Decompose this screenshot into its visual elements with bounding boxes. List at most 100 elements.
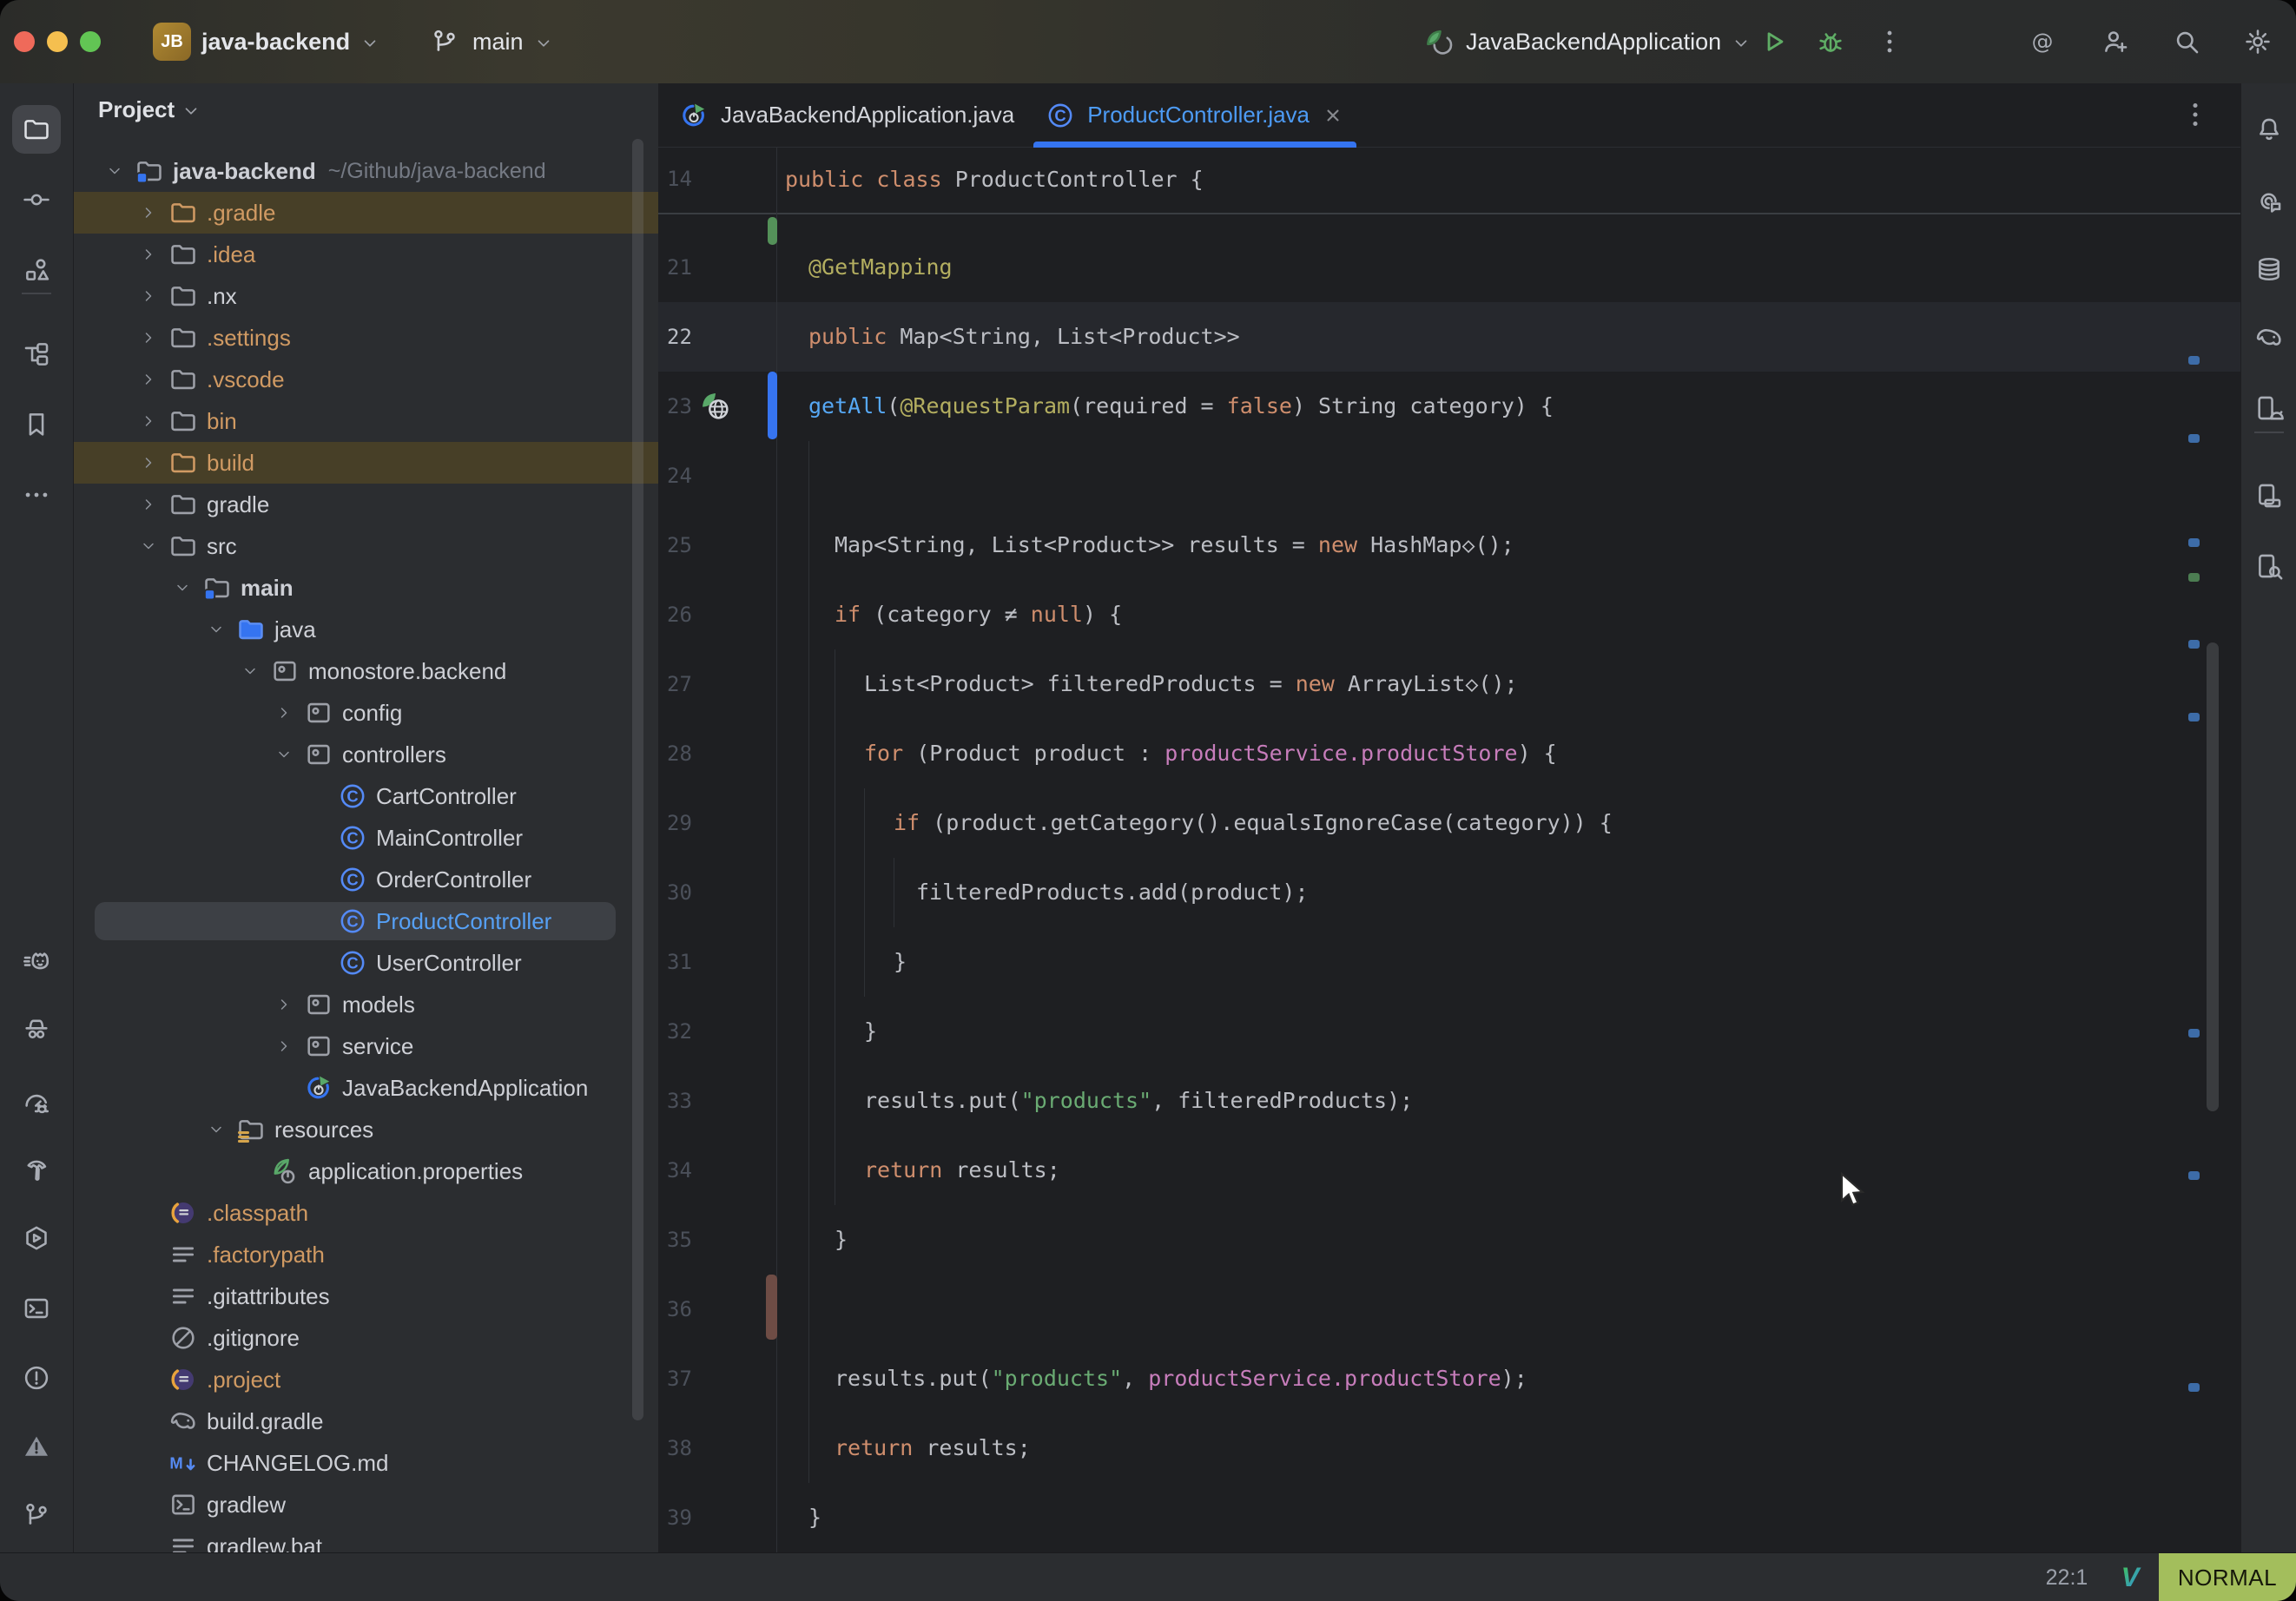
code-line-21[interactable]: 21@GetMapping bbox=[658, 233, 2240, 302]
chevron-right-icon[interactable] bbox=[140, 246, 157, 263]
hierarchy-tool-icon[interactable] bbox=[12, 330, 61, 379]
project-tree-scrollbar[interactable] bbox=[632, 139, 643, 1420]
tree-item-gradlew.bat[interactable]: gradlew.bat bbox=[74, 1525, 658, 1552]
chevron-right-icon[interactable] bbox=[140, 412, 157, 430]
line-number[interactable]: 30 bbox=[667, 858, 692, 927]
line-number[interactable]: 27 bbox=[667, 649, 692, 719]
line-number[interactable]: 31 bbox=[667, 927, 692, 997]
device-explorer-tool-icon[interactable] bbox=[2245, 542, 2293, 590]
tree-item-src[interactable]: src bbox=[74, 525, 658, 567]
chevron-down-icon[interactable] bbox=[140, 537, 157, 555]
tree-item-.gitignore[interactable]: .gitignore bbox=[74, 1317, 658, 1359]
git-tool-icon[interactable] bbox=[12, 1491, 61, 1539]
close-tab-icon[interactable] bbox=[1322, 104, 1344, 127]
database-tool-icon[interactable] bbox=[2245, 245, 2293, 293]
ai-assistant-icon[interactable] bbox=[2245, 175, 2293, 224]
services-tool-icon[interactable] bbox=[12, 1214, 61, 1262]
code-line-25[interactable]: 25Map<String, List<Product>> results = n… bbox=[658, 511, 2240, 580]
vim-mode-badge[interactable]: NORMAL bbox=[2159, 1553, 2296, 1601]
tree-item-OrderController[interactable]: COrderController bbox=[74, 859, 658, 900]
tab-options-kebab-icon[interactable] bbox=[2180, 99, 2211, 130]
line-number[interactable]: 36 bbox=[667, 1275, 692, 1344]
ai-cat-plugin-icon[interactable] bbox=[12, 938, 61, 986]
code-line-31[interactable]: 31} bbox=[658, 927, 2240, 997]
structure-tool-icon[interactable] bbox=[12, 246, 61, 294]
tree-item-CHANGELOG.md[interactable]: MCHANGELOG.md bbox=[74, 1442, 658, 1484]
tree-item-JavaBackendApplication[interactable]: JavaBackendApplication bbox=[74, 1067, 658, 1109]
line-number[interactable]: 24 bbox=[667, 441, 692, 511]
chevron-right-icon[interactable] bbox=[140, 371, 157, 388]
editor-area[interactable]: JavaBackendApplication.javaCProductContr… bbox=[658, 83, 2240, 1552]
spring-endpoint-icon[interactable] bbox=[698, 389, 733, 424]
device-manager-tool-icon[interactable] bbox=[2245, 471, 2293, 520]
error-stripe-mark[interactable] bbox=[2188, 356, 2200, 365]
chevron-right-icon[interactable] bbox=[140, 204, 157, 221]
chevron-right-icon[interactable] bbox=[275, 1038, 293, 1055]
tree-item-build.gradle[interactable]: build.gradle bbox=[74, 1400, 658, 1442]
chevron-down-icon[interactable] bbox=[208, 621, 225, 638]
tree-item-application.properties[interactable]: application.properties bbox=[74, 1150, 658, 1192]
traffic-zoom-button[interactable] bbox=[80, 31, 101, 52]
error-stripe-mark[interactable] bbox=[2188, 640, 2200, 649]
bookmarks-tool-icon[interactable] bbox=[12, 400, 61, 449]
sticky-line[interactable]: 14public class ProductController { bbox=[658, 148, 2240, 214]
chevron-down-icon[interactable] bbox=[208, 1121, 225, 1138]
tree-item-java-backend[interactable]: java-backend~/Github/java-backend bbox=[74, 150, 658, 192]
tree-item-gradle[interactable]: gradle bbox=[74, 484, 658, 525]
ai-actions-button[interactable]: @ bbox=[2025, 24, 2060, 59]
gradle-tool-icon[interactable] bbox=[2245, 313, 2293, 362]
tree-item-bin[interactable]: bin bbox=[74, 400, 658, 442]
line-number[interactable]: 38 bbox=[667, 1413, 692, 1483]
code-line-29[interactable]: 29if (product.getCategory().equalsIgnore… bbox=[658, 788, 2240, 858]
line-number[interactable]: 26 bbox=[667, 580, 692, 649]
project-widget[interactable]: JB java-backend bbox=[153, 0, 379, 83]
code-line-26[interactable]: 26if (category ≠ null) { bbox=[658, 580, 2240, 649]
error-stripe-mark[interactable] bbox=[2188, 1383, 2200, 1392]
line-number[interactable]: 37 bbox=[667, 1344, 692, 1413]
tree-item-gradlew[interactable]: gradlew bbox=[74, 1484, 658, 1525]
code-line-27[interactable]: 27List<Product> filteredProducts = new A… bbox=[658, 649, 2240, 719]
error-stripe-mark[interactable] bbox=[2188, 713, 2200, 721]
error-stripe-mark[interactable] bbox=[2188, 538, 2200, 547]
profiler-tool-icon[interactable] bbox=[12, 1078, 61, 1127]
tree-item-.idea[interactable]: .idea bbox=[74, 234, 658, 275]
code-line-30[interactable]: 30filteredProducts.add(product); bbox=[658, 858, 2240, 927]
chevron-down-icon[interactable] bbox=[241, 662, 259, 680]
traffic-close-button[interactable] bbox=[14, 31, 35, 52]
code-line-37[interactable]: 37results.put("products", productService… bbox=[658, 1344, 2240, 1413]
notifications-bell-icon[interactable] bbox=[2245, 105, 2293, 154]
run-button[interactable] bbox=[1756, 24, 1791, 59]
line-number[interactable]: 33 bbox=[667, 1066, 692, 1136]
tree-item-config[interactable]: config bbox=[74, 692, 658, 734]
tab-JavaBackendApplication.java[interactable]: JavaBackendApplication.java bbox=[663, 83, 1030, 147]
project-panel-header[interactable]: Project bbox=[98, 90, 201, 128]
tab-ProductController.java[interactable]: CProductController.java bbox=[1030, 83, 1360, 147]
sticky-line-number[interactable]: 14 bbox=[667, 148, 692, 211]
line-number[interactable]: 28 bbox=[667, 719, 692, 788]
editor-scrollbar[interactable] bbox=[2207, 642, 2219, 1111]
more-tool-windows-icon[interactable] bbox=[12, 471, 61, 519]
tree-item-MainController[interactable]: CMainController bbox=[74, 817, 658, 859]
code-line-34[interactable]: 34return results; bbox=[658, 1136, 2240, 1205]
code-line-39[interactable]: 39} bbox=[658, 1483, 2240, 1552]
line-number[interactable]: 32 bbox=[667, 997, 692, 1066]
run-configuration-widget[interactable]: JavaBackendApplication bbox=[1421, 0, 1751, 83]
line-number[interactable]: 23 bbox=[667, 372, 692, 441]
code-line-28[interactable]: 28for (Product product : productService.… bbox=[658, 719, 2240, 788]
chevron-right-icon[interactable] bbox=[140, 287, 157, 305]
code-line-24[interactable]: 24 bbox=[658, 441, 2240, 511]
incognito-plugin-icon[interactable] bbox=[12, 1005, 61, 1053]
problems-tool-icon[interactable] bbox=[12, 1354, 61, 1402]
error-stripe-mark[interactable] bbox=[2188, 573, 2200, 582]
tree-item-.classpath[interactable]: .classpath bbox=[74, 1192, 658, 1234]
code-line-36[interactable]: 36 bbox=[658, 1275, 2240, 1344]
line-number[interactable]: 21 bbox=[667, 233, 692, 302]
project-tool-icon[interactable] bbox=[12, 105, 61, 154]
chevron-right-icon[interactable] bbox=[140, 454, 157, 471]
code-line-38[interactable]: 38return results; bbox=[658, 1413, 2240, 1483]
error-stripe-mark[interactable] bbox=[2188, 434, 2200, 443]
tree-item-monostore.backend[interactable]: monostore.backend bbox=[74, 650, 658, 692]
branch-widget[interactable]: main bbox=[427, 0, 553, 83]
chevron-down-icon[interactable] bbox=[275, 746, 293, 763]
code-line-33[interactable]: 33results.put("products", filteredProduc… bbox=[658, 1066, 2240, 1136]
